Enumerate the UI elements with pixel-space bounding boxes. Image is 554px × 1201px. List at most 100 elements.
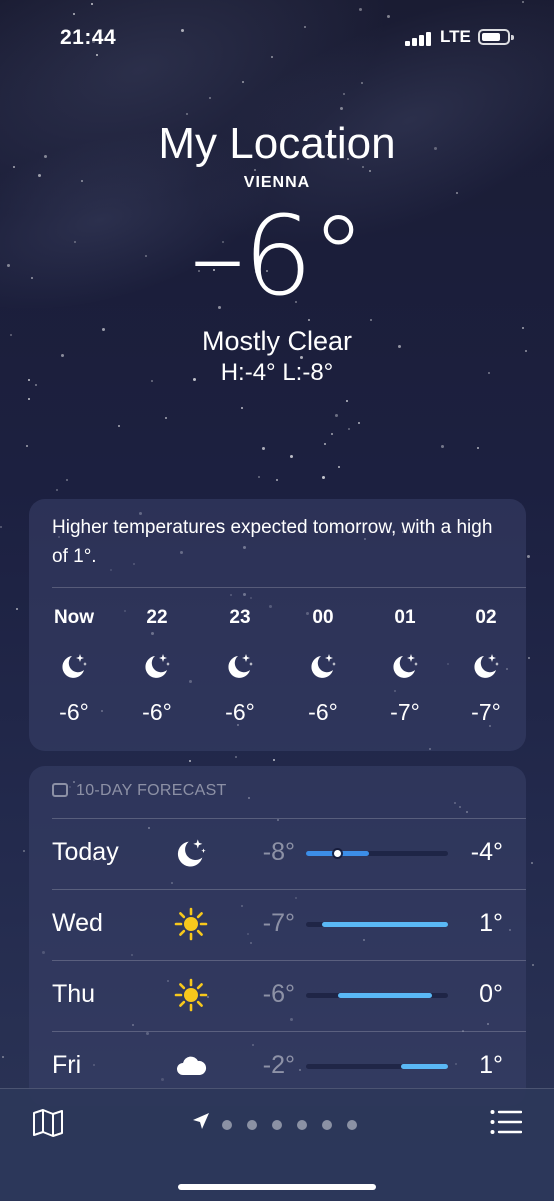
star (28, 398, 30, 400)
hour-temperature: -7° (390, 699, 420, 725)
sun-icon (174, 907, 208, 941)
forecast-day: Today (52, 838, 119, 866)
page-dot[interactable] (272, 1120, 282, 1130)
forecast-row[interactable]: Thu -6° 0° (29, 960, 526, 1031)
location-arrow-icon[interactable] (192, 1112, 210, 1130)
hour-temperature: -7° (471, 699, 501, 725)
star (322, 476, 325, 479)
location-title: My Location (158, 119, 396, 168)
moon-stars-icon (225, 651, 255, 681)
forecast-low: -2° (262, 1051, 295, 1079)
page-dot[interactable] (347, 1120, 357, 1130)
temperature-range-bar (306, 1064, 448, 1069)
star (118, 425, 120, 427)
star (242, 81, 244, 83)
map-icon[interactable] (32, 1108, 64, 1138)
divider (52, 818, 526, 819)
temperature-range-fill (337, 993, 433, 998)
divider (52, 1031, 526, 1032)
star (273, 759, 275, 761)
star (66, 479, 68, 481)
forecast-low: -6° (262, 980, 295, 1008)
divider (52, 587, 526, 588)
star (258, 476, 260, 478)
hourly-item: 02 -7° (451, 607, 521, 727)
star (186, 113, 188, 115)
hourly-forecast-card[interactable]: Higher temperatures expected tomorrow, w… (29, 499, 526, 751)
star (209, 97, 211, 99)
star (338, 466, 340, 468)
hour-label: 23 (229, 607, 251, 628)
network-type: LTE (440, 27, 471, 46)
temperature-range-bar (306, 922, 448, 927)
sun-icon (174, 978, 208, 1012)
list-icon[interactable] (490, 1109, 522, 1135)
moon-stars-icon (471, 651, 501, 681)
forecast-day: Wed (52, 909, 103, 937)
high-low-text: H:-4° L:-8° (220, 359, 334, 386)
star (262, 447, 265, 450)
hourly-item: 01 -7° (370, 607, 440, 727)
star (532, 964, 534, 966)
page-indicator[interactable] (222, 1117, 372, 1130)
star (358, 422, 360, 424)
hour-label: 22 (146, 607, 168, 628)
current-conditions: My Location VIENNA –6° Mostly Clear H:-4… (0, 118, 554, 387)
moon-stars-icon (390, 651, 420, 681)
hourly-item: Now -6° (39, 607, 109, 727)
hourly-item: 22 -6° (122, 607, 192, 727)
star (23, 850, 25, 852)
forecast-low: -8° (262, 838, 295, 866)
star (531, 862, 533, 864)
forecast-header: 10-DAY FORECAST (52, 782, 227, 800)
status-bar: 21:44 LTE (0, 0, 554, 70)
hour-temperature: -6° (142, 699, 172, 725)
moon-stars-icon (142, 651, 172, 681)
page-dot[interactable] (297, 1120, 307, 1130)
star (0, 526, 2, 528)
star (324, 443, 326, 445)
hour-temperature: -6° (225, 699, 255, 725)
star (26, 445, 28, 447)
cloud-icon (174, 1049, 208, 1083)
page-dot[interactable] (222, 1120, 232, 1130)
cellular-signal-icon (405, 30, 435, 46)
city-name: VIENNA (243, 174, 311, 191)
forecast-title: 10-DAY FORECAST (76, 782, 227, 799)
forecast-day: Thu (52, 980, 96, 1008)
star (343, 93, 345, 95)
current-temperature: –6° (190, 192, 366, 320)
star (477, 447, 479, 449)
forecast-day: Fri (52, 1051, 82, 1079)
temperature-range-bar (306, 993, 448, 998)
star (241, 407, 243, 409)
star (56, 489, 58, 491)
hour-label: 00 (312, 607, 334, 628)
page-dot[interactable] (322, 1120, 332, 1130)
status-time: 21:44 (60, 26, 117, 49)
divider (52, 960, 526, 961)
hour-temperature: -6° (308, 699, 338, 725)
forecast-row[interactable]: Today -8° -4° (29, 818, 526, 889)
home-indicator[interactable] (178, 1184, 376, 1190)
ten-day-forecast-card[interactable]: 10-DAY FORECAST Today -8° -4° Wed -7° 1° Thu -6… (29, 766, 526, 1106)
star (361, 82, 363, 84)
calendar-icon (52, 783, 68, 797)
page-dot[interactable] (247, 1120, 257, 1130)
battery-icon (478, 29, 514, 45)
temperature-range-fill (400, 1064, 448, 1069)
star (528, 657, 530, 659)
forecast-high: 1° (479, 1051, 503, 1079)
star (276, 479, 278, 481)
hour-label: Now (53, 607, 95, 628)
temperature-range-fill (321, 922, 448, 927)
hourly-item: 00 -6° (288, 607, 358, 727)
hourly-item: 23 -6° (205, 607, 275, 727)
hour-label: 02 (475, 607, 497, 628)
forecast-low: -7° (262, 909, 295, 937)
temperature-range-bar (306, 850, 448, 857)
forecast-row[interactable]: Wed -7° 1° (29, 889, 526, 960)
moon-stars-icon (308, 651, 338, 681)
condition-text: Mostly Clear (201, 326, 353, 356)
star (346, 400, 348, 402)
